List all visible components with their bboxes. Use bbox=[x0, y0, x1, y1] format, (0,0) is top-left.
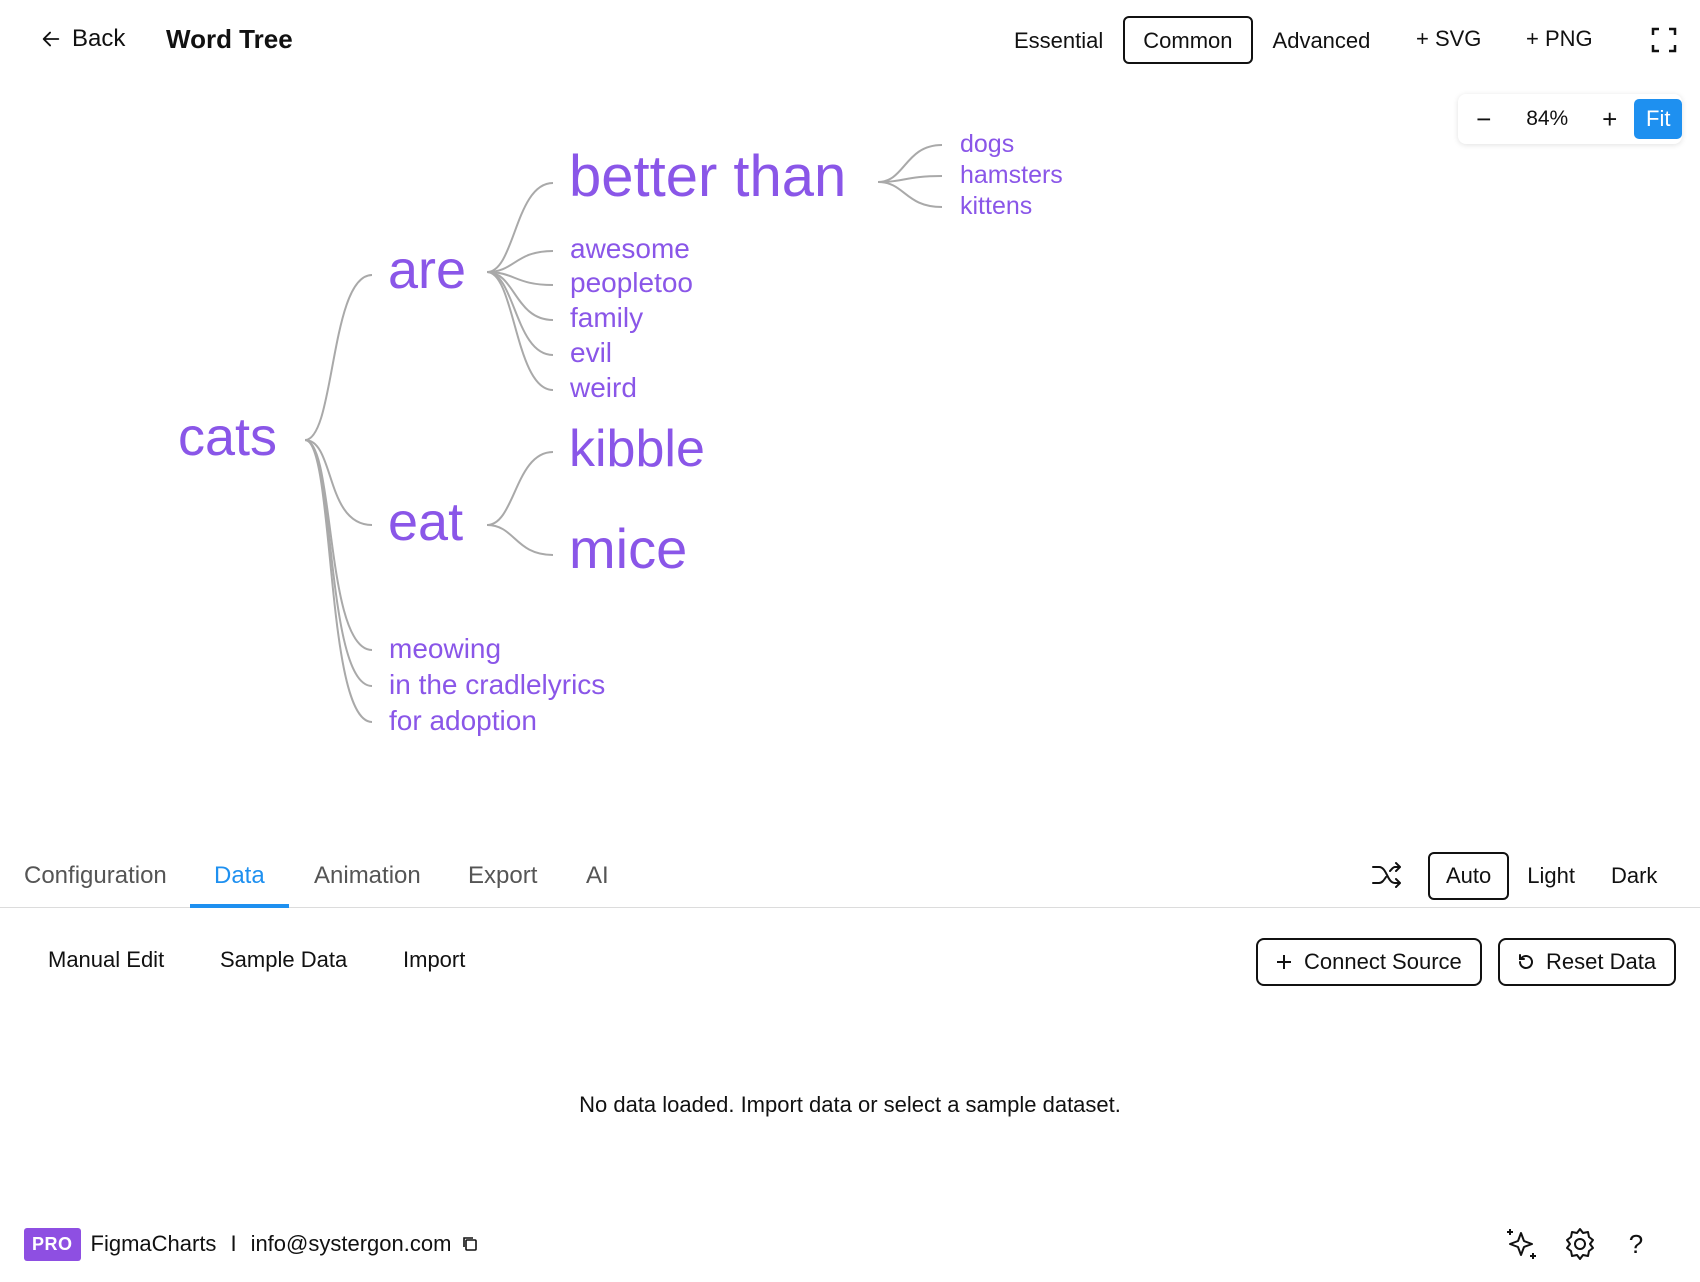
app-name: FigmaCharts bbox=[90, 1231, 217, 1256]
copy-icon[interactable] bbox=[461, 1235, 479, 1253]
tree-word-kittens: kittens bbox=[960, 192, 1032, 220]
tree-word-mice: mice bbox=[569, 517, 687, 580]
pro-badge: PRO bbox=[24, 1227, 81, 1261]
tab-export[interactable]: Export bbox=[444, 848, 561, 908]
add-svg-button[interactable]: + SVG bbox=[1416, 22, 1481, 56]
ai-sparkle-icon[interactable] bbox=[1502, 1224, 1542, 1264]
back-button[interactable]: Back bbox=[40, 22, 125, 56]
sample-data-button[interactable]: Sample Data bbox=[220, 942, 347, 978]
tree-word-adoption: for adoption bbox=[389, 705, 537, 736]
add-png-button[interactable]: + PNG bbox=[1526, 22, 1593, 56]
tree-word-awesome: awesome bbox=[570, 233, 690, 264]
theme-dark-button[interactable]: Dark bbox=[1593, 852, 1675, 900]
settings-gear-icon[interactable] bbox=[1560, 1224, 1600, 1264]
branch-are-weird bbox=[486, 271, 554, 391]
mode-common-button[interactable]: Common bbox=[1123, 16, 1253, 64]
tab-data[interactable]: Data bbox=[190, 848, 289, 908]
tab-animation[interactable]: Animation bbox=[290, 848, 445, 908]
tab-configuration[interactable]: Configuration bbox=[0, 848, 191, 908]
footer-separator: I bbox=[230, 1231, 237, 1256]
tree-word-root: cats bbox=[178, 407, 277, 467]
zoom-controls: − 84% + Fit bbox=[1458, 94, 1683, 144]
tree-word-are: are bbox=[388, 240, 466, 300]
tree-word-cradle: in the cradlelyrics bbox=[389, 669, 605, 700]
arrow-left-icon bbox=[42, 31, 60, 47]
mode-essential-button[interactable]: Essential bbox=[994, 16, 1123, 64]
empty-data-message: No data loaded. Import data or select a … bbox=[579, 1092, 1121, 1117]
top-bar: Back Word Tree Essential Common Advanced… bbox=[0, 0, 1700, 80]
reset-data-label: Reset Data bbox=[1546, 949, 1657, 974]
contact-email[interactable]: info@systergon.com bbox=[251, 1231, 452, 1257]
back-label: Back bbox=[72, 25, 126, 52]
fullscreen-icon[interactable] bbox=[1650, 26, 1678, 54]
tree-word-dogs: dogs bbox=[960, 130, 1014, 158]
theme-light-button[interactable]: Light bbox=[1509, 852, 1593, 900]
branch-better-hamsters bbox=[877, 175, 943, 183]
zoom-in-button[interactable]: + bbox=[1585, 104, 1635, 135]
reset-data-button[interactable]: Reset Data bbox=[1498, 938, 1676, 986]
branch-cats-cradle bbox=[304, 439, 373, 687]
tree-word-evil: evil bbox=[570, 337, 612, 368]
tree-word-hamsters: hamsters bbox=[960, 161, 1063, 189]
shuffle-icon[interactable] bbox=[1370, 858, 1404, 892]
tree-word-better-than: better than bbox=[569, 144, 846, 209]
tree-word-meowing: meowing bbox=[389, 633, 501, 664]
branch-better-kittens bbox=[877, 181, 943, 208]
import-button[interactable]: Import bbox=[403, 942, 465, 978]
tab-ai[interactable]: AI bbox=[562, 848, 633, 908]
tree-word-family: family bbox=[570, 302, 643, 333]
complexity-mode-group: Essential Common Advanced bbox=[994, 16, 1390, 64]
connect-source-button[interactable]: Connect Source bbox=[1256, 938, 1482, 986]
footer: PRO FigmaCharts I info@systergon.com bbox=[24, 1226, 479, 1262]
theme-toggle-group: Auto Light Dark bbox=[1428, 852, 1675, 900]
tree-word-peopletoo: peopletoo bbox=[570, 267, 693, 298]
plus-icon bbox=[1277, 955, 1291, 969]
mode-advanced-button[interactable]: Advanced bbox=[1253, 16, 1391, 64]
connect-source-label: Connect Source bbox=[1304, 949, 1462, 974]
reset-icon bbox=[1519, 954, 1533, 969]
word-tree-chart: cats are eat meowing in the cradlelyrics… bbox=[178, 130, 1063, 736]
branch-eat-kibble bbox=[486, 451, 554, 526]
tree-word-weird: weird bbox=[569, 372, 637, 403]
help-icon[interactable]: ? bbox=[1616, 1224, 1656, 1264]
zoom-level: 84% bbox=[1526, 107, 1569, 130]
theme-auto-button[interactable]: Auto bbox=[1428, 852, 1510, 900]
tree-word-eat: eat bbox=[388, 492, 463, 552]
tree-word-kibble: kibble bbox=[569, 420, 705, 478]
manual-edit-button[interactable]: Manual Edit bbox=[48, 942, 164, 978]
branch-eat-mice bbox=[486, 524, 554, 556]
zoom-out-button[interactable]: − bbox=[1458, 104, 1510, 135]
branch-cats-are bbox=[304, 274, 373, 441]
branch-cats-meowing bbox=[304, 439, 373, 651]
zoom-fit-button[interactable]: Fit bbox=[1634, 99, 1683, 139]
page-title: Word Tree bbox=[166, 24, 293, 54]
